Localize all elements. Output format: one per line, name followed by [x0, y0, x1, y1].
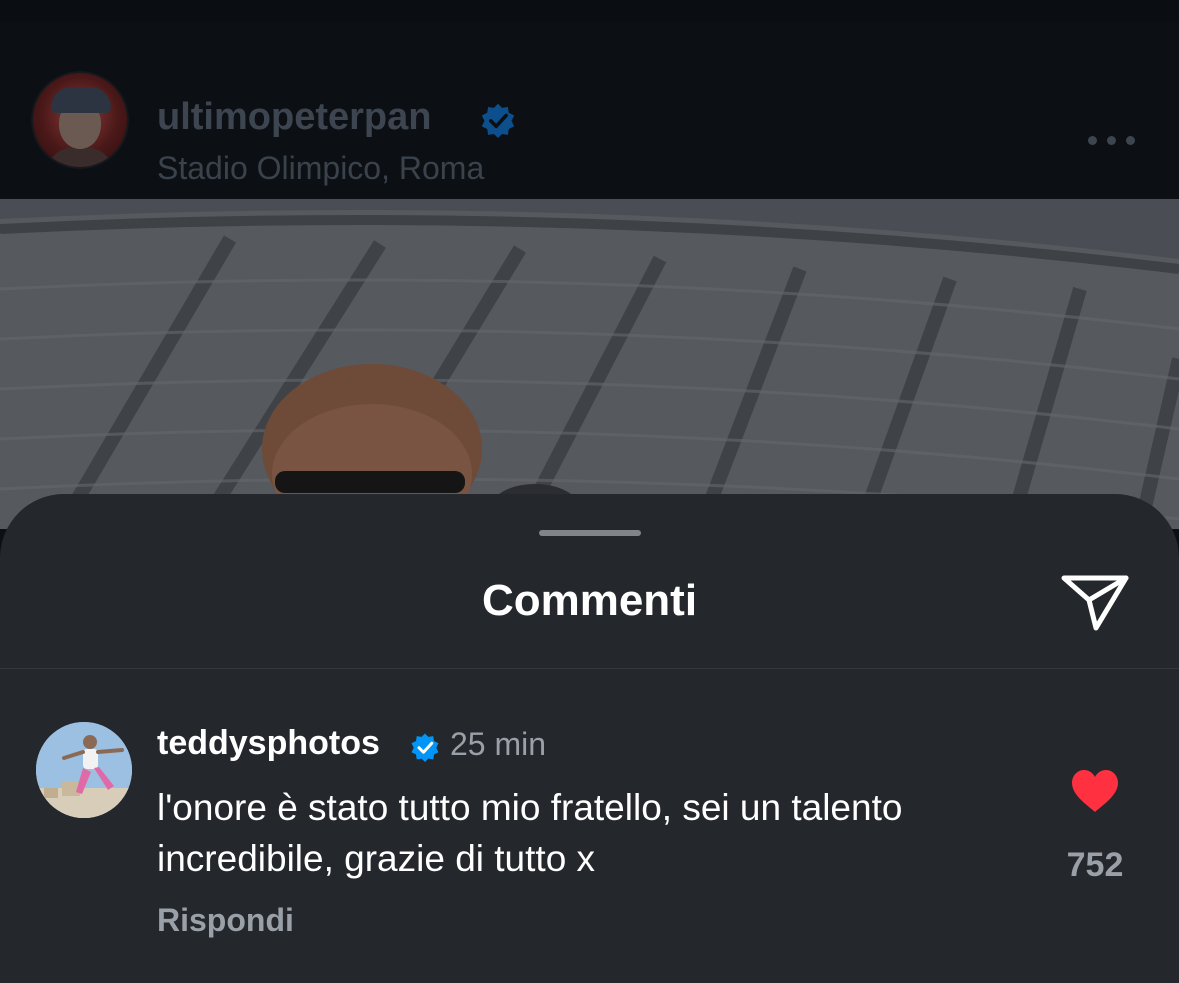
post-location[interactable]: Stadio Olimpico, Roma — [157, 150, 484, 187]
reply-button[interactable]: Rispondi — [157, 902, 294, 939]
paper-plane-icon[interactable] — [1058, 570, 1132, 632]
comment-author-username[interactable]: teddysphotos — [157, 724, 380, 763]
verified-badge-icon — [411, 733, 439, 762]
post-author-username[interactable]: ultimopeterpan — [157, 96, 431, 139]
comment-text: l'onore è stato tutto mio fratello, sei … — [157, 787, 903, 879]
heart-icon[interactable] — [1070, 768, 1120, 814]
sheet-grabber-handle[interactable] — [539, 530, 641, 536]
comment-timestamp: 25 min — [450, 726, 547, 762]
sheet-divider — [0, 668, 1179, 669]
verified-badge-icon — [481, 103, 515, 138]
status-bar — [0, 0, 1179, 23]
post-header: ultimopeterpan Stadio Olimpico, Roma — [0, 22, 1179, 199]
post-author-avatar[interactable] — [33, 73, 127, 167]
stadium-photo-illustration — [0, 199, 1179, 529]
avatar-photo-illustration — [36, 722, 132, 818]
avatar-body-shape — [45, 147, 115, 167]
like-count: 752 — [1066, 846, 1124, 884]
comments-title: Commenti — [481, 576, 698, 625]
comments-sheet: Commenti teddysphotos 25 min l'onore è s… — [0, 494, 1179, 983]
avatar-cap-shape — [51, 87, 111, 113]
post-photo[interactable] — [0, 199, 1179, 529]
more-horizontal-icon[interactable] — [1088, 134, 1138, 148]
comment-author-avatar[interactable] — [36, 722, 132, 818]
